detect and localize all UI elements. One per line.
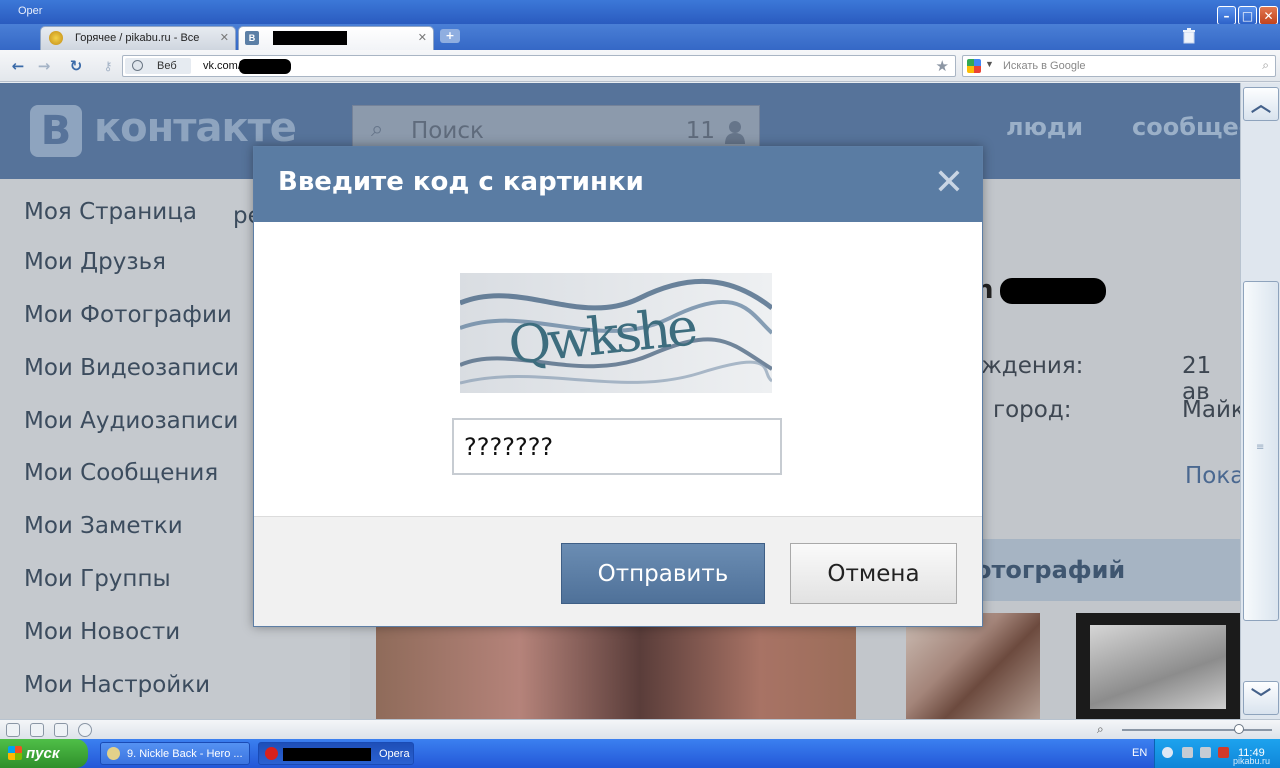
vk-favicon-icon: В <box>245 31 259 45</box>
vk-search-placeholder: Поиск <box>411 118 484 144</box>
globe-icon <box>132 60 143 71</box>
tab-vk[interactable]: В ✕ <box>238 26 434 50</box>
vk-logo-icon[interactable]: В <box>30 105 82 157</box>
cloud-icon[interactable] <box>30 723 44 737</box>
tab-close-icon[interactable]: ✕ <box>220 31 229 44</box>
photos-section-title[interactable]: отографий <box>975 556 1125 584</box>
taskbar-item-label: Opera <box>379 748 410 760</box>
menu-my-messages[interactable]: Мои Сообщения <box>24 460 218 486</box>
google-icon <box>967 59 981 73</box>
language-indicator[interactable]: EN <box>1132 747 1147 759</box>
tab-pikabu[interactable]: Горячее / pikabu.ru - Все ✕ <box>40 26 236 50</box>
reload-icon[interactable]: ↻ <box>64 55 88 77</box>
share-icon[interactable] <box>54 723 68 737</box>
taskbar-item-opera[interactable]: Opera <box>258 742 414 765</box>
menu-my-notes[interactable]: Мои Заметки <box>24 513 183 539</box>
opera-icon <box>265 747 278 760</box>
redacted-window-title <box>283 748 371 761</box>
new-tab-button[interactable]: + <box>440 29 460 43</box>
speed-dial-icon[interactable] <box>78 723 92 737</box>
close-icon[interactable]: ✕ <box>934 163 964 203</box>
window-controls: – □ ✕ <box>1217 6 1278 25</box>
vertical-scrollbar[interactable]: ︿ ≡ ﹀ <box>1240 83 1280 719</box>
web-scope-label: Веб <box>157 60 177 72</box>
vk-search-count: 11 <box>685 118 715 144</box>
main-photo[interactable] <box>376 623 856 719</box>
zoom-icon[interactable]: ⌕ <box>1097 722 1104 737</box>
city-label: город: <box>993 397 1072 423</box>
os-taskbar: пуск 9. Nickle Back - Hero ... Opera EN … <box>0 739 1280 768</box>
menu-my-photos[interactable]: Мои Фотографии <box>24 302 232 328</box>
minimize-button[interactable]: – <box>1217 6 1236 25</box>
windows-flag-icon <box>8 746 22 760</box>
panel-toggle-icon[interactable] <box>6 723 20 737</box>
scroll-up-icon[interactable]: ︿ <box>1243 87 1279 121</box>
browser-statusbar: ⌕ <box>0 719 1280 739</box>
pikabu-favicon-icon <box>49 31 63 45</box>
taskbar-item-label: 9. Nickle Back - Hero ... <box>127 748 243 760</box>
zoom-slider-knob[interactable] <box>1234 724 1244 734</box>
captcha-input[interactable] <box>452 418 782 475</box>
window-title: Oper <box>18 5 43 17</box>
redacted-profile-name <box>1000 278 1106 304</box>
tray-back-icon[interactable] <box>1162 747 1173 758</box>
show-more-link[interactable]: Пока <box>1185 463 1240 489</box>
scroll-thumb[interactable]: ≡ <box>1243 281 1279 621</box>
zoom-slider[interactable] <box>1122 729 1272 731</box>
search-icon: ⌕ <box>371 117 384 142</box>
dialog-title: Введите код с картинки <box>278 167 644 197</box>
menu-my-settings[interactable]: Мои Настройки <box>24 672 210 698</box>
bookmark-star-icon[interactable]: ★ <box>936 57 949 75</box>
captcha-dialog: Введите код с картинки ✕ Qwkshe Отправит… <box>253 146 983 627</box>
redacted-tab-title <box>273 31 347 45</box>
captcha-image: Qwkshe <box>460 273 772 393</box>
taskbar-item-music[interactable]: 9. Nickle Back - Hero ... <box>100 742 250 765</box>
grip-icon: ≡ <box>1256 442 1265 453</box>
menu-my-audio[interactable]: Мои Аудиозаписи <box>24 408 238 434</box>
volume-icon[interactable] <box>1200 747 1211 758</box>
tab-label: Горячее / pikabu.ru - Все <box>75 32 200 44</box>
menu-my-page[interactable]: Моя Страница <box>24 199 197 225</box>
chevron-down-icon[interactable]: ▼ <box>985 59 994 69</box>
photo-thumbnail[interactable] <box>1076 613 1240 719</box>
birthday-label: ождения: <box>967 353 1084 379</box>
scroll-down-icon[interactable]: ﹀ <box>1243 681 1279 715</box>
photo-thumbnail[interactable] <box>906 613 1040 719</box>
window-titlebar: Oper – □ ✕ <box>0 0 1280 25</box>
cancel-button[interactable]: Отмена <box>790 543 957 604</box>
tab-close-icon[interactable]: ✕ <box>418 31 427 44</box>
watermark: pikabu.ru <box>1233 756 1271 766</box>
web-scope-chip[interactable]: Веб <box>125 58 191 74</box>
city-value[interactable]: Майк <box>1182 397 1240 423</box>
maximize-button[interactable]: □ <box>1238 6 1257 25</box>
dialog-header: Введите код с картинки ✕ <box>254 147 982 222</box>
search-placeholder: Искать в Google <box>1003 60 1086 72</box>
trash-icon[interactable] <box>1182 28 1196 44</box>
forward-icon[interactable]: → <box>32 55 56 77</box>
menu-my-friends[interactable]: Мои Друзья <box>24 249 166 275</box>
dialog-footer: Отправить Отмена <box>254 516 982 626</box>
network-icon[interactable] <box>1182 747 1193 758</box>
key-icon[interactable]: ⚷ <box>96 55 120 77</box>
start-button[interactable]: пуск <box>0 739 88 768</box>
person-icon <box>725 121 745 144</box>
menu-my-news[interactable]: Мои Новости <box>24 619 180 645</box>
menu-my-groups[interactable]: Мои Группы <box>24 566 171 592</box>
nav-people[interactable]: люди <box>1006 113 1083 141</box>
start-label: пуск <box>26 745 60 762</box>
search-icon[interactable]: ⌕ <box>1262 58 1269 73</box>
google-search-field[interactable]: ▼ Искать в Google ⌕ <box>962 55 1276 77</box>
url-text[interactable]: vk.com/ <box>203 60 241 72</box>
menu-my-videos[interactable]: Мои Видеозаписи <box>24 355 239 381</box>
download-icon[interactable] <box>1218 747 1229 758</box>
media-player-icon <box>107 747 120 760</box>
vk-logo-text[interactable]: контакте <box>94 105 297 151</box>
send-button[interactable]: Отправить <box>561 543 765 604</box>
address-field[interactable]: Веб vk.com/ ★ <box>122 55 956 77</box>
redacted-url <box>239 59 291 74</box>
back-icon[interactable]: ← <box>6 55 30 77</box>
close-window-button[interactable]: ✕ <box>1259 6 1278 25</box>
nav-communities[interactable]: сообщест <box>1132 113 1240 141</box>
